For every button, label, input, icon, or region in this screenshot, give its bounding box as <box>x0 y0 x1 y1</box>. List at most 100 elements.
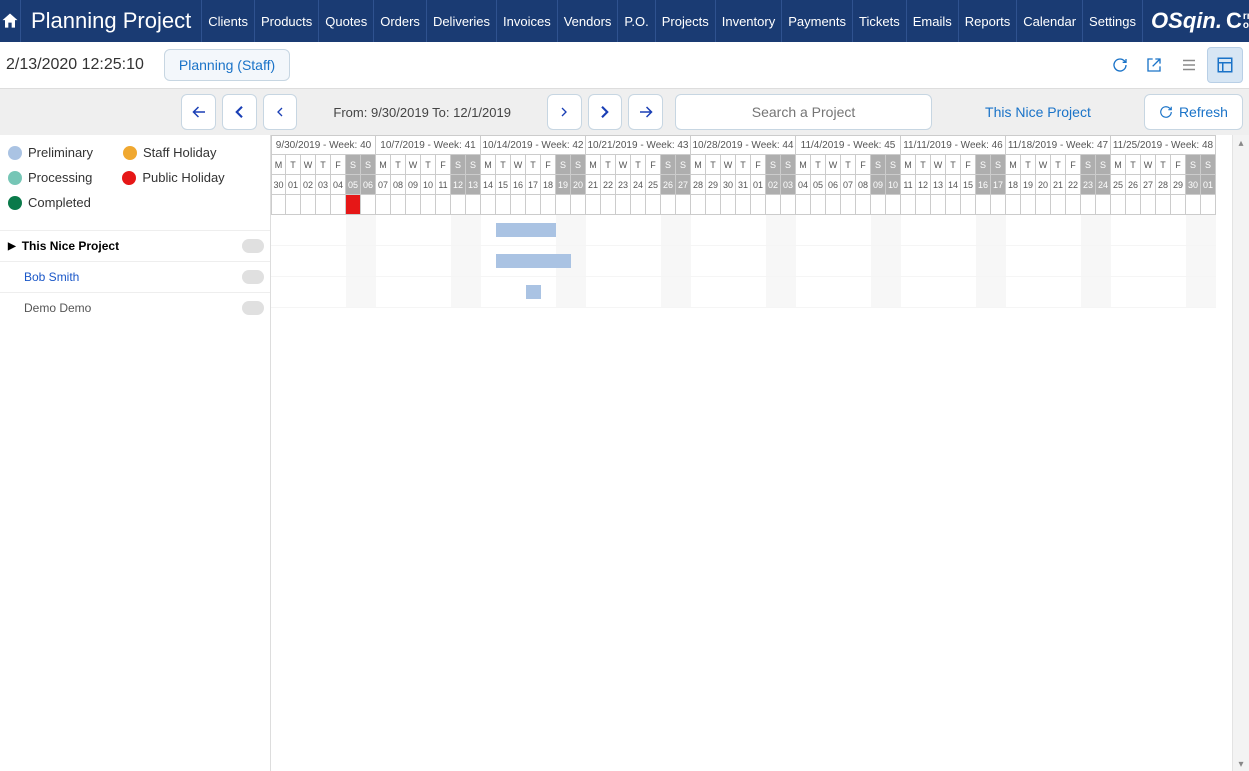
nav-tickets[interactable]: Tickets <box>853 0 907 42</box>
nav-settings[interactable]: Settings <box>1083 0 1143 42</box>
day-number-cell: 03 <box>781 175 796 195</box>
nav-orders[interactable]: Orders <box>374 0 427 42</box>
holiday-marker-cell <box>931 195 946 215</box>
holiday-marker-cell <box>1006 195 1021 215</box>
logo-text: OSqin <box>1151 8 1216 34</box>
refresh-button[interactable]: Refresh <box>1144 94 1243 130</box>
nav-inventory[interactable]: Inventory <box>716 0 782 42</box>
gantt-bar[interactable] <box>496 254 571 268</box>
dow-cell: T <box>841 155 856 175</box>
sync-button[interactable] <box>1103 48 1137 82</box>
resource-row[interactable]: Demo Demo <box>0 292 270 323</box>
dow-cell: T <box>631 155 646 175</box>
day-number-cell: 08 <box>391 175 406 195</box>
nav-quotes[interactable]: Quotes <box>319 0 374 42</box>
day-number-cell: 22 <box>1066 175 1081 195</box>
dow-cell: W <box>1036 155 1051 175</box>
day-number-cell: 20 <box>1036 175 1051 195</box>
day-number-cell: 27 <box>1141 175 1156 195</box>
row-toggle-handle[interactable] <box>242 239 264 253</box>
row-toggle-handle[interactable] <box>242 301 264 315</box>
nav-payments[interactable]: Payments <box>782 0 853 42</box>
gantt-bar[interactable] <box>526 285 541 299</box>
gantt-row[interactable] <box>271 215 1216 246</box>
day-number-cell: 11 <box>436 175 451 195</box>
day-number-cell: 12 <box>916 175 931 195</box>
day-number-cell: 26 <box>1126 175 1141 195</box>
legend-label: Processing <box>28 170 92 185</box>
holiday-marker-cell <box>676 195 691 215</box>
holiday-marker-cell <box>751 195 766 215</box>
nav-first-button[interactable] <box>181 94 216 130</box>
legend-public-holiday: Public Holiday <box>122 170 224 185</box>
status-legend: Preliminary Staff Holiday Processing Pub… <box>0 135 270 230</box>
gantt-row[interactable] <box>271 246 1216 277</box>
nav-reports[interactable]: Reports <box>959 0 1018 42</box>
selected-project-label[interactable]: This Nice Project <box>938 104 1138 120</box>
nav-p-o-[interactable]: P.O. <box>618 0 655 42</box>
nav-calendar[interactable]: Calendar <box>1017 0 1083 42</box>
dow-cell: F <box>961 155 976 175</box>
day-number-cell: 17 <box>991 175 1006 195</box>
open-external-button[interactable] <box>1137 48 1171 82</box>
dow-cell: T <box>1126 155 1141 175</box>
gantt-body[interactable] <box>271 215 1249 308</box>
nav-projects[interactable]: Projects <box>656 0 716 42</box>
nav-next-button[interactable] <box>547 94 582 130</box>
left-pane: Preliminary Staff Holiday Processing Pub… <box>0 135 271 771</box>
home-button[interactable] <box>0 0 21 42</box>
chevron-right-bold-icon <box>596 103 614 121</box>
list-view-toggle[interactable] <box>1171 47 1207 83</box>
gantt-bar[interactable] <box>496 223 556 237</box>
logo-dot: . <box>1216 8 1222 34</box>
nav-next-page-button[interactable] <box>588 94 623 130</box>
holiday-marker-cell <box>271 195 286 215</box>
gantt-row[interactable] <box>271 277 1216 308</box>
holiday-marker-cell <box>1066 195 1081 215</box>
nav-vendors[interactable]: Vendors <box>558 0 619 42</box>
resource-row[interactable]: Bob Smith <box>0 261 270 292</box>
dow-cell: W <box>1141 155 1156 175</box>
dow-cell: S <box>976 155 991 175</box>
row-toggle-handle[interactable] <box>242 270 264 284</box>
holiday-marker-cell <box>286 195 301 215</box>
home-icon <box>0 11 20 31</box>
nav-prev-page-button[interactable] <box>222 94 257 130</box>
dow-cell: T <box>916 155 931 175</box>
nav-products[interactable]: Products <box>255 0 319 42</box>
day-number-cell: 20 <box>571 175 586 195</box>
holiday-marker-cell <box>841 195 856 215</box>
vertical-scrollbar[interactable]: ▴ ▾ <box>1232 135 1249 771</box>
nav-invoices[interactable]: Invoices <box>497 0 558 42</box>
project-row[interactable]: This Nice Project <box>0 230 270 261</box>
scroll-down-icon[interactable]: ▾ <box>1233 756 1249 771</box>
nav-deliveries[interactable]: Deliveries <box>427 0 497 42</box>
scroll-up-icon[interactable]: ▴ <box>1233 135 1249 151</box>
dow-cell: S <box>1096 155 1111 175</box>
nav-prev-button[interactable] <box>263 94 298 130</box>
arrow-left-solid-icon <box>190 103 208 121</box>
dow-cell: M <box>481 155 496 175</box>
holiday-marker-cell <box>526 195 541 215</box>
holiday-marker-cell <box>361 195 376 215</box>
dow-cell: T <box>811 155 826 175</box>
timeline-view-toggle[interactable] <box>1207 47 1243 83</box>
holiday-marker-cell <box>1051 195 1066 215</box>
planning-staff-button[interactable]: Planning (Staff) <box>164 49 290 81</box>
nav-last-button[interactable] <box>628 94 663 130</box>
legend-completed: Completed <box>8 195 91 210</box>
dow-cell: W <box>721 155 736 175</box>
day-number-cell: 15 <box>961 175 976 195</box>
day-number-cell: 05 <box>346 175 361 195</box>
gantt-chart: 9/30/2019 - Week: 4010/7/2019 - Week: 41… <box>271 135 1249 771</box>
brand-logo: OSqin . C rm om <box>1143 0 1249 42</box>
nav-clients[interactable]: Clients <box>202 0 255 42</box>
day-number-cell: 30 <box>1186 175 1201 195</box>
dow-cell: F <box>1066 155 1081 175</box>
holiday-marker-cell <box>1021 195 1036 215</box>
nav-emails[interactable]: Emails <box>907 0 959 42</box>
day-number-cell: 05 <box>811 175 826 195</box>
day-number-cell: 02 <box>766 175 781 195</box>
holiday-marker-cell <box>886 195 901 215</box>
search-project-input[interactable] <box>675 94 932 130</box>
